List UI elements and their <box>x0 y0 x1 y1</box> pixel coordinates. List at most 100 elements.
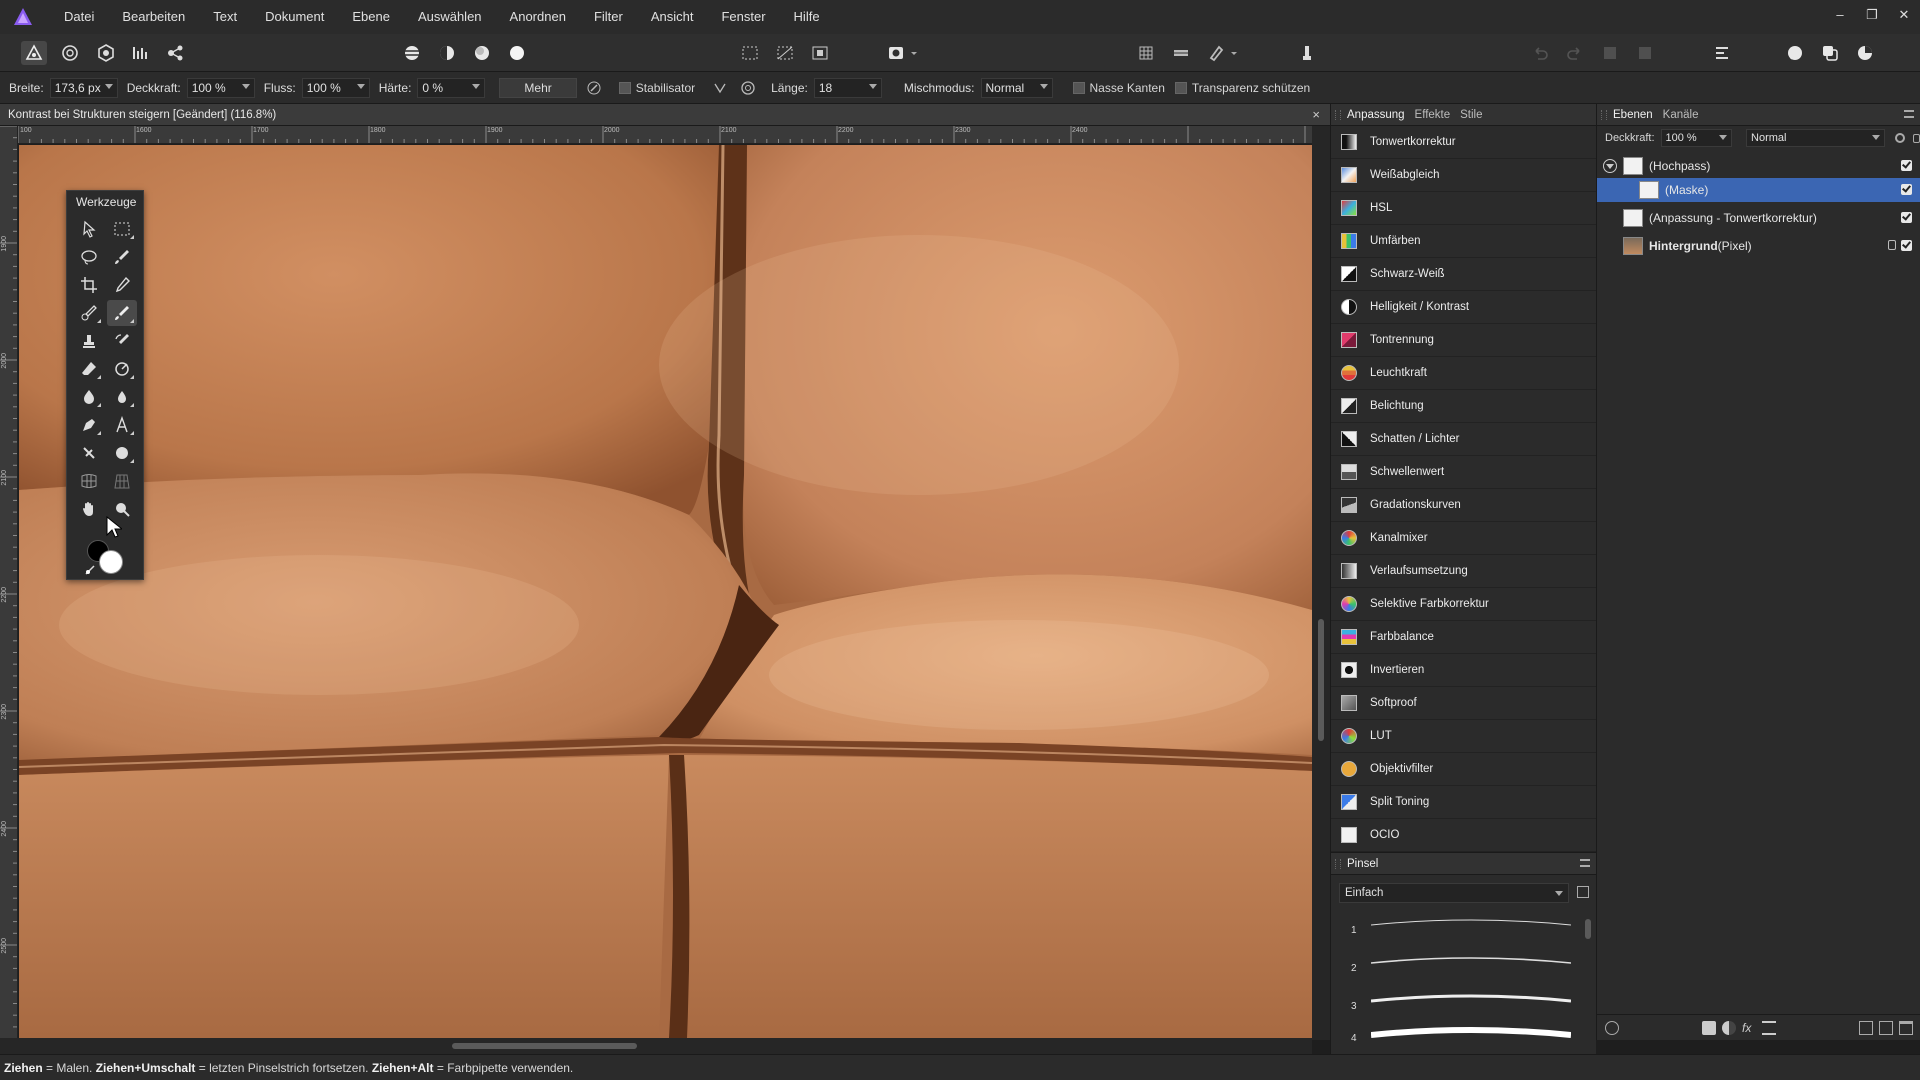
align-icon[interactable] <box>1709 41 1735 65</box>
tab-kanaele[interactable]: Kanäle <box>1663 109 1699 121</box>
deselect-icon[interactable] <box>772 41 798 65</box>
layer-opacity-field[interactable]: 100 % <box>1660 129 1733 147</box>
panel-grip-icon[interactable] <box>1335 110 1341 120</box>
brush-category-select[interactable]: Einfach <box>1339 883 1569 903</box>
clone-brush-tool-icon[interactable] <box>74 328 104 354</box>
brush-item[interactable]: 3 <box>1331 991 1597 1023</box>
blur-brush-tool-icon[interactable] <box>107 384 137 410</box>
panel-menu-icon[interactable] <box>1580 859 1590 867</box>
adjustment-exposure[interactable]: Belichtung <box>1331 390 1596 423</box>
maximize-button[interactable]: ❐ <box>1856 0 1888 34</box>
adjustment-gradient-map[interactable]: Verlaufsumsetzung <box>1331 555 1596 588</box>
layer-blend-mode-select[interactable]: Normal <box>1746 129 1886 147</box>
layer-row-hochpass[interactable]: (Hochpass) <box>1597 154 1920 178</box>
flow-dropdown-icon[interactable] <box>356 83 365 89</box>
adjustment-invert[interactable]: Invertieren <box>1331 654 1596 687</box>
lasso-tool-icon[interactable] <box>74 244 104 270</box>
adjustment-levels[interactable]: Tonwertkorrektur <box>1331 126 1596 159</box>
layer-row-tonwertkorrektur[interactable]: (Anpassung - Tonwertkorrektur) <box>1597 206 1920 230</box>
tab-stile[interactable]: Stile <box>1460 109 1482 121</box>
layer-row-hintergrund[interactable]: Hintergrund (Pixel) <box>1597 234 1920 258</box>
length-dropdown-icon[interactable] <box>868 83 877 89</box>
adjustment-split-toning[interactable]: Split Toning <box>1331 786 1596 819</box>
assistant-icon[interactable] <box>1294 41 1320 65</box>
close-window-button[interactable]: ✕ <box>1888 0 1920 34</box>
personas-chat-icon[interactable] <box>1782 41 1808 65</box>
export-persona-icon[interactable] <box>163 41 189 65</box>
liquify-persona-icon[interactable] <box>57 41 83 65</box>
tone-mapping-persona-icon[interactable] <box>128 41 154 65</box>
adjustment-threshold[interactable]: Schwellenwert <box>1331 456 1596 489</box>
mesh-warp-tool-icon[interactable] <box>74 468 104 494</box>
brush-item[interactable]: 1 <box>1331 915 1597 947</box>
layer-stack-icon[interactable] <box>1605 1021 1619 1035</box>
protect-alpha-checkbox[interactable] <box>1174 81 1187 94</box>
auto-contrast-icon[interactable] <box>434 41 460 65</box>
perspective-tool-icon[interactable] <box>107 468 137 494</box>
close-document-button[interactable]: × <box>1312 107 1320 122</box>
arrange-back-icon[interactable] <box>1597 41 1623 65</box>
layer-settings-gear-icon[interactable] <box>1895 133 1906 143</box>
width-dropdown-icon[interactable] <box>104 83 113 89</box>
brush-item[interactable]: 2 <box>1331 953 1597 985</box>
layer-copy-icon[interactable] <box>1817 41 1843 65</box>
panel-grip-icon[interactable] <box>1601 110 1607 120</box>
snapping-grid-icon[interactable] <box>1133 41 1159 65</box>
arrange-front-icon[interactable] <box>1632 41 1658 65</box>
layer-row-maske[interactable]: (Maske) <box>1597 178 1920 202</box>
add-group-icon[interactable] <box>1859 1021 1873 1035</box>
brush-category-dropdown-icon[interactable] <box>1555 891 1563 896</box>
undo-brush-tool-icon[interactable] <box>107 328 137 354</box>
brush-item[interactable]: 4 <box>1331 1023 1597 1055</box>
brush-panel-options-icon[interactable] <box>1577 886 1589 898</box>
opacity-dropdown-icon[interactable] <box>241 83 250 89</box>
layer-opacity-dropdown-icon[interactable] <box>1719 135 1728 140</box>
tab-effekte[interactable]: Effekte <box>1415 109 1451 121</box>
quick-mask-dropdown-icon[interactable] <box>908 41 920 65</box>
length-field[interactable]: 18 <box>813 77 882 98</box>
menu-ebene[interactable]: Ebene <box>338 0 404 34</box>
add-layer-icon[interactable] <box>1879 1021 1893 1035</box>
snapping-options-icon[interactable] <box>1168 41 1194 65</box>
select-all-icon[interactable] <box>737 41 763 65</box>
auto-colors-icon[interactable] <box>469 41 495 65</box>
paint-brush-tool-icon[interactable] <box>107 300 137 326</box>
adjustment-lut[interactable]: LUT <box>1331 720 1596 753</box>
adjustment-lens-filter[interactable]: Objektivfilter <box>1331 753 1596 786</box>
adjustment-hsl[interactable]: HSL <box>1331 192 1596 225</box>
layer-visibility-checkbox[interactable] <box>1901 184 1912 195</box>
stabilizer-checkbox[interactable] <box>618 81 631 94</box>
adjustment-channel-mixer[interactable]: Kanalmixer <box>1331 522 1596 555</box>
rope-mode-icon[interactable] <box>709 78 731 98</box>
text-tool-icon[interactable] <box>107 412 137 438</box>
adjustment-recolor[interactable]: Umfärben <box>1331 225 1596 258</box>
move-tool-icon[interactable] <box>74 216 104 242</box>
layer-visibility-checkbox[interactable] <box>1901 160 1912 171</box>
hardness-dropdown-icon[interactable] <box>472 83 481 89</box>
undo-icon[interactable] <box>1527 41 1553 65</box>
adjustment-vibrance[interactable]: Leuchtkraft <box>1331 357 1596 390</box>
quick-mask-icon[interactable] <box>883 41 909 65</box>
dodge-brush-tool-icon[interactable] <box>107 356 137 382</box>
document-canvas[interactable] <box>19 145 1312 1038</box>
adjustment-shadows-highlights[interactable]: Schatten / Lichter <box>1331 423 1596 456</box>
window-mode-icon[interactable] <box>737 78 759 98</box>
swap-colors-icon[interactable] <box>85 564 95 575</box>
flood-fill-tool-icon[interactable] <box>74 384 104 410</box>
adjustment-color-balance[interactable]: Farbbalance <box>1331 621 1596 654</box>
tab-pinsel[interactable]: Pinsel <box>1347 858 1378 870</box>
adjustment-selective-color[interactable]: Selektive Farbkorrektur <box>1331 588 1596 621</box>
invert-selection-icon[interactable] <box>807 41 833 65</box>
paint-mixer-brush-tool-icon[interactable] <box>74 300 104 326</box>
flow-field[interactable]: 100 % <box>301 77 370 98</box>
document-tab[interactable]: Kontrast bei Strukturen steigern [Geände… <box>0 104 1330 126</box>
menu-ansicht[interactable]: Ansicht <box>637 0 708 34</box>
adjustment-black-white[interactable]: Schwarz-Weiß <box>1331 258 1596 291</box>
layer-visibility-checkbox[interactable] <box>1901 240 1912 251</box>
adjustment-brightness-contrast[interactable]: Helligkeit / Kontrast <box>1331 291 1596 324</box>
pen-tool-icon[interactable] <box>74 412 104 438</box>
menu-auswaehlen[interactable]: Auswählen <box>404 0 496 34</box>
layer-blend-mode-dropdown-icon[interactable] <box>1872 135 1881 140</box>
delete-layer-icon[interactable] <box>1899 1021 1913 1035</box>
menu-anordnen[interactable]: Anordnen <box>496 0 580 34</box>
